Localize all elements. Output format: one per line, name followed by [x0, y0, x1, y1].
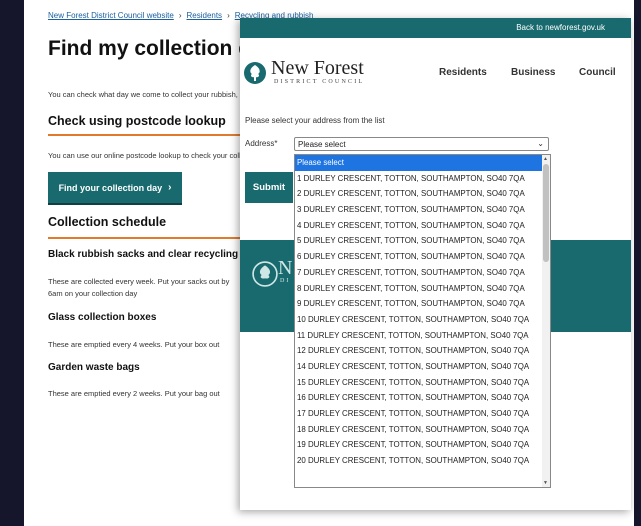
- dropdown-option[interactable]: 19 DURLEY CRESCENT, TOTTON, SOUTHAMPTON,…: [295, 437, 542, 453]
- dropdown-option[interactable]: 2 DURLEY CRESCENT, TOTTON, SOUTHAMPTON, …: [295, 186, 542, 202]
- address-label: Address*: [245, 139, 278, 148]
- footer-logo-subtitle: DI: [280, 278, 291, 284]
- black-sacks-text: 6am on your collection day: [48, 289, 138, 298]
- dropdown-option[interactable]: 12 DURLEY CRESCENT, TOTTON, SOUTHAMPTON,…: [295, 343, 542, 359]
- find-button-label: Find your collection day: [58, 182, 163, 193]
- black-sacks-heading: Black rubbish sacks and clear recycling …: [48, 249, 269, 260]
- garden-text: These are emptied every 2 weeks. Put you…: [48, 389, 220, 398]
- glass-text: These are emptied every 4 weeks. Put you…: [48, 340, 220, 349]
- black-sacks-text: These are collected every week. Put your…: [48, 277, 230, 286]
- dropdown-scrollbar[interactable]: ▲ ▼: [542, 155, 550, 487]
- scroll-up-icon[interactable]: ▲: [543, 156, 548, 162]
- dropdown-option[interactable]: 7 DURLEY CRESCENT, TOTTON, SOUTHAMPTON, …: [295, 265, 542, 281]
- scroll-down-icon[interactable]: ▼: [543, 480, 548, 486]
- footer-logo-letter: N: [278, 257, 293, 279]
- garden-heading: Garden waste bags: [48, 362, 140, 373]
- dropdown-option[interactable]: 1 DURLEY CRESCENT, TOTTON, SOUTHAMPTON, …: [295, 171, 542, 187]
- dropdown-option[interactable]: 18 DURLEY CRESCENT, TOTTON, SOUTHAMPTON,…: [295, 422, 542, 438]
- tree-emblem-icon: [244, 62, 266, 84]
- address-select[interactable]: Please select ⌄: [294, 137, 549, 151]
- chevron-right-icon: ›: [227, 11, 230, 20]
- dropdown-option[interactable]: 20 DURLEY CRESCENT, TOTTON, SOUTHAMPTON,…: [295, 453, 542, 469]
- dropdown-option[interactable]: 6 DURLEY CRESCENT, TOTTON, SOUTHAMPTON, …: [295, 249, 542, 265]
- tree-emblem-icon: [252, 261, 278, 287]
- dropdown-option[interactable]: 17 DURLEY CRESCENT, TOTTON, SOUTHAMPTON,…: [295, 406, 542, 422]
- back-to-site-link[interactable]: Back to newforest.gov.uk: [516, 23, 605, 32]
- logo-subtitle: DISTRICT COUNCIL: [274, 79, 365, 85]
- dropdown-option[interactable]: 14 DURLEY CRESCENT, TOTTON, SOUTHAMPTON,…: [295, 359, 542, 375]
- dropdown-option[interactable]: 9 DURLEY CRESCENT, TOTTON, SOUTHAMPTON, …: [295, 296, 542, 312]
- dropdown-option-placeholder[interactable]: Please select: [295, 155, 542, 171]
- schedule-heading: Collection schedule: [48, 215, 167, 229]
- divider: [48, 237, 248, 239]
- dropdown-option[interactable]: 4 DURLEY CRESCENT, TOTTON, SOUTHAMPTON, …: [295, 218, 542, 234]
- divider: [48, 134, 248, 136]
- nav-business[interactable]: Business: [511, 67, 555, 78]
- postcode-heading: Check using postcode lookup: [48, 114, 226, 128]
- breadcrumb-residents-link[interactable]: Residents: [186, 11, 222, 20]
- dropdown-option[interactable]: 16 DURLEY CRESCENT, TOTTON, SOUTHAMPTON,…: [295, 390, 542, 406]
- chevron-down-icon: ⌄: [537, 139, 544, 148]
- dropdown-option[interactable]: 15 DURLEY CRESCENT, TOTTON, SOUTHAMPTON,…: [295, 375, 542, 391]
- chevron-right-icon: ›: [178, 11, 182, 20]
- dropdown-option[interactable]: 3 DURLEY CRESCENT, TOTTON, SOUTHAMPTON, …: [295, 202, 542, 218]
- logo-name: New Forest: [271, 57, 364, 79]
- nav-residents[interactable]: Residents: [439, 67, 487, 78]
- select-value: Please select: [298, 140, 346, 149]
- address-dropdown-list[interactable]: Please select 1 DURLEY CRESCENT, TOTTON, …: [294, 154, 551, 488]
- address-prompt: Please select your address from the list: [245, 116, 385, 125]
- nav-council[interactable]: Council: [579, 67, 616, 78]
- top-bar: Back to newforest.gov.uk: [240, 18, 631, 38]
- breadcrumb-council-link[interactable]: New Forest District Council website: [48, 11, 174, 20]
- address-popup-window: Back to newforest.gov.uk New Forest DIST…: [240, 18, 631, 510]
- dropdown-option[interactable]: 10 DURLEY CRESCENT, TOTTON, SOUTHAMPTON,…: [295, 312, 542, 328]
- scrollbar-thumb[interactable]: [543, 164, 549, 262]
- council-logo[interactable]: New Forest DISTRICT COUNCIL: [243, 57, 393, 91]
- glass-heading: Glass collection boxes: [48, 312, 157, 323]
- dropdown-option[interactable]: 11 DURLEY CRESCENT, TOTTON, SOUTHAMPTON,…: [295, 328, 542, 344]
- chevron-right-icon: ›: [168, 182, 172, 193]
- dropdown-options: Please select 1 DURLEY CRESCENT, TOTTON, …: [295, 155, 542, 469]
- find-collection-day-button[interactable]: Find your collection day ›: [48, 172, 182, 203]
- dropdown-option[interactable]: 8 DURLEY CRESCENT, TOTTON, SOUTHAMPTON, …: [295, 281, 542, 297]
- submit-button[interactable]: Submit: [245, 172, 293, 203]
- dropdown-option[interactable]: 5 DURLEY CRESCENT, TOTTON, SOUTHAMPTON, …: [295, 233, 542, 249]
